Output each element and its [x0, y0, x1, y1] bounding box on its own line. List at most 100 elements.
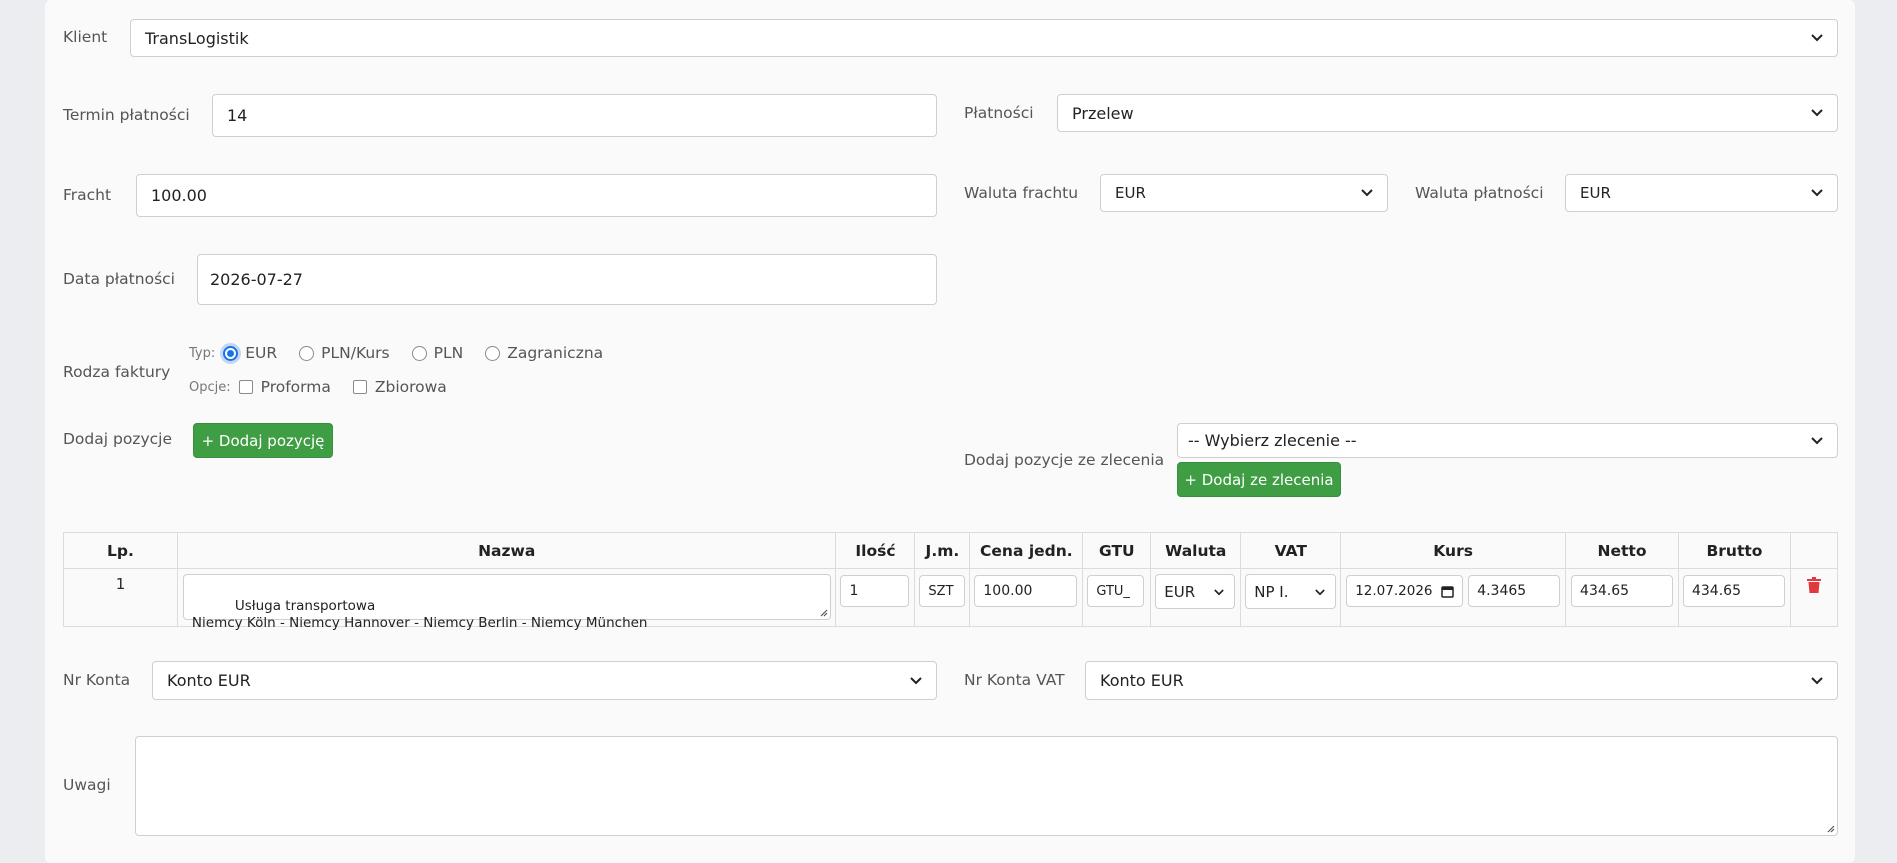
checkbox-proforma[interactable]: Proforma: [238, 378, 331, 396]
waluta-platnosci-value: EUR: [1580, 184, 1611, 202]
cell-brutto: 434.65: [1677, 568, 1791, 627]
jm-value: SZT: [928, 583, 954, 599]
klient-value: TransLogistik: [145, 28, 249, 48]
resize-handle-icon[interactable]: [818, 607, 828, 617]
resize-handle-icon[interactable]: [1825, 823, 1835, 833]
cell-kurs: 12.07.2026 4.3465: [1340, 568, 1567, 627]
trash-icon[interactable]: [1806, 577, 1821, 593]
cell-actions: [1789, 568, 1839, 627]
gtu-value: GTU_: [1096, 583, 1130, 599]
checkbox-icon[interactable]: [238, 380, 253, 394]
radio-checked-icon[interactable]: [223, 345, 239, 361]
waluta-platnosci-label: Waluta płatności: [1415, 184, 1544, 202]
radio-unchecked-icon[interactable]: [299, 345, 315, 361]
cell-ilosc: 1: [835, 568, 916, 627]
cena-input[interactable]: 100.00: [974, 575, 1078, 607]
rodzaj-faktury-label: Rodza faktury: [63, 363, 171, 381]
opcje-label: Opcje:: [189, 379, 231, 395]
typ-radio-group: Typ: EUR PLN/Kurs PLN Zagraniczna: [189, 344, 625, 362]
netto-value: 434.65: [1580, 583, 1630, 599]
th-lp: Lp.: [63, 532, 178, 569]
ilosc-value: 1: [849, 583, 859, 599]
chevron-down-icon: [910, 676, 922, 684]
uwagi-label: Uwagi: [63, 776, 111, 794]
chevron-down-icon: [1361, 189, 1373, 197]
items-table: Lp. Nazwa Ilość J.m. Cena jedn. GTU Walu…: [63, 532, 1839, 631]
kurs-value: 4.3465: [1477, 583, 1527, 599]
data-platnosci-label: Data płatności: [63, 270, 175, 288]
platnosci-label: Płatności: [964, 104, 1034, 122]
waluta-frachtu-value: EUR: [1115, 184, 1146, 202]
opcje-checkbox-group: Opcje: Proforma Zbiorowa: [189, 378, 469, 396]
radio-unchecked-icon[interactable]: [485, 345, 501, 361]
termin-value: 14: [227, 106, 248, 125]
data-platnosci-value: 2026-07-27: [210, 270, 303, 289]
vat-select[interactable]: NP I.: [1245, 574, 1337, 609]
th-actions: [1789, 532, 1839, 569]
brutto-input[interactable]: 434.65: [1682, 575, 1785, 607]
radio-pln-kurs[interactable]: PLN/Kurs: [299, 344, 390, 362]
zlecenie-select[interactable]: -- Wybierz zlecenie --: [1177, 423, 1838, 458]
platnosci-select[interactable]: Przelew: [1057, 94, 1838, 132]
th-kurs: Kurs: [1340, 532, 1567, 569]
table-row: 1 Usługa transportowa Niemcy Köln - Niem…: [63, 568, 1839, 631]
jm-input[interactable]: SZT: [919, 575, 966, 607]
chevron-down-icon: [1811, 676, 1823, 684]
typ-label: Typ:: [189, 345, 216, 361]
kurs-input[interactable]: 4.3465: [1468, 575, 1561, 607]
calendar-icon[interactable]: [1441, 585, 1454, 598]
radio-zagraniczna[interactable]: Zagraniczna: [485, 344, 603, 362]
chevron-down-icon: [1214, 589, 1225, 596]
vat-value: NP I.: [1254, 582, 1289, 601]
cell-gtu: GTU_: [1082, 568, 1152, 627]
kurs-date-input[interactable]: 12.07.2026: [1346, 575, 1464, 607]
radio-unchecked-icon[interactable]: [411, 345, 427, 361]
chevron-down-icon: [1811, 436, 1823, 444]
radio-eur-label: EUR: [245, 344, 278, 362]
checkbox-icon[interactable]: [352, 380, 367, 394]
dodaj-ze-zlecenia-label: Dodaj pozycje ze zlecenia: [964, 451, 1165, 469]
nr-konta-vat-select[interactable]: Konto EUR: [1085, 661, 1838, 700]
ilosc-input[interactable]: 1: [840, 575, 910, 607]
th-nazwa: Nazwa: [176, 532, 837, 569]
radio-eur[interactable]: EUR: [223, 344, 277, 362]
cena-value: 100.00: [983, 583, 1033, 599]
brutto-value: 434.65: [1691, 583, 1741, 599]
add-from-order-button[interactable]: + Dodaj ze zlecenia: [1177, 462, 1341, 497]
add-position-button[interactable]: + Dodaj pozycję: [193, 423, 333, 458]
th-ilosc: Ilość: [835, 532, 916, 569]
waluta-platnosci-select[interactable]: EUR: [1565, 174, 1838, 212]
data-platnosci-input[interactable]: 2026-07-27: [197, 254, 937, 305]
termin-label: Termin płatności: [63, 106, 190, 124]
radio-pln-kurs-label: PLN/Kurs: [321, 344, 390, 362]
chevron-down-icon: [1811, 189, 1823, 197]
netto-input[interactable]: 434.65: [1571, 575, 1674, 607]
cell-cena: 100.00: [969, 568, 1084, 627]
cell-nazwa: Usługa transportowa Niemcy Köln - Niemcy…: [176, 568, 837, 631]
radio-pln[interactable]: PLN: [411, 344, 463, 362]
nr-konta-vat-value: Konto EUR: [1100, 671, 1184, 690]
nazwa-textarea[interactable]: Usługa transportowa Niemcy Köln - Niemcy…: [182, 574, 831, 631]
cell-waluta: EUR: [1150, 568, 1242, 627]
checkbox-zbiorowa[interactable]: Zbiorowa: [352, 378, 447, 396]
nazwa-value: Usługa transportowa Niemcy Köln - Niemcy…: [191, 598, 648, 631]
klient-select[interactable]: TransLogistik: [130, 19, 1838, 57]
uwagi-textarea[interactable]: [135, 736, 1838, 836]
checkbox-proforma-label: Proforma: [260, 378, 331, 396]
waluta-frachtu-label: Waluta frachtu: [964, 184, 1079, 202]
fracht-value: 100.00: [151, 186, 207, 205]
table-header-row: Lp. Nazwa Ilość J.m. Cena jedn. GTU Walu…: [63, 532, 1839, 569]
nr-konta-vat-label: Nr Konta VAT: [964, 671, 1065, 689]
zlecenie-value: -- Wybierz zlecenie --: [1188, 431, 1357, 450]
chevron-down-icon: [1315, 589, 1326, 596]
th-waluta: Waluta: [1150, 532, 1242, 569]
termin-input[interactable]: 14: [212, 94, 937, 137]
chevron-down-icon: [1811, 109, 1823, 117]
waluta-frachtu-select[interactable]: EUR: [1100, 174, 1388, 212]
dodaj-pozycje-label: Dodaj pozycje: [63, 430, 172, 448]
kurs-date-value: 12.07.2026: [1355, 583, 1433, 599]
gtu-input[interactable]: GTU_: [1087, 575, 1145, 607]
fracht-input[interactable]: 100.00: [136, 174, 937, 217]
waluta-select[interactable]: EUR: [1155, 574, 1236, 609]
nr-konta-select[interactable]: Konto EUR: [152, 661, 937, 700]
